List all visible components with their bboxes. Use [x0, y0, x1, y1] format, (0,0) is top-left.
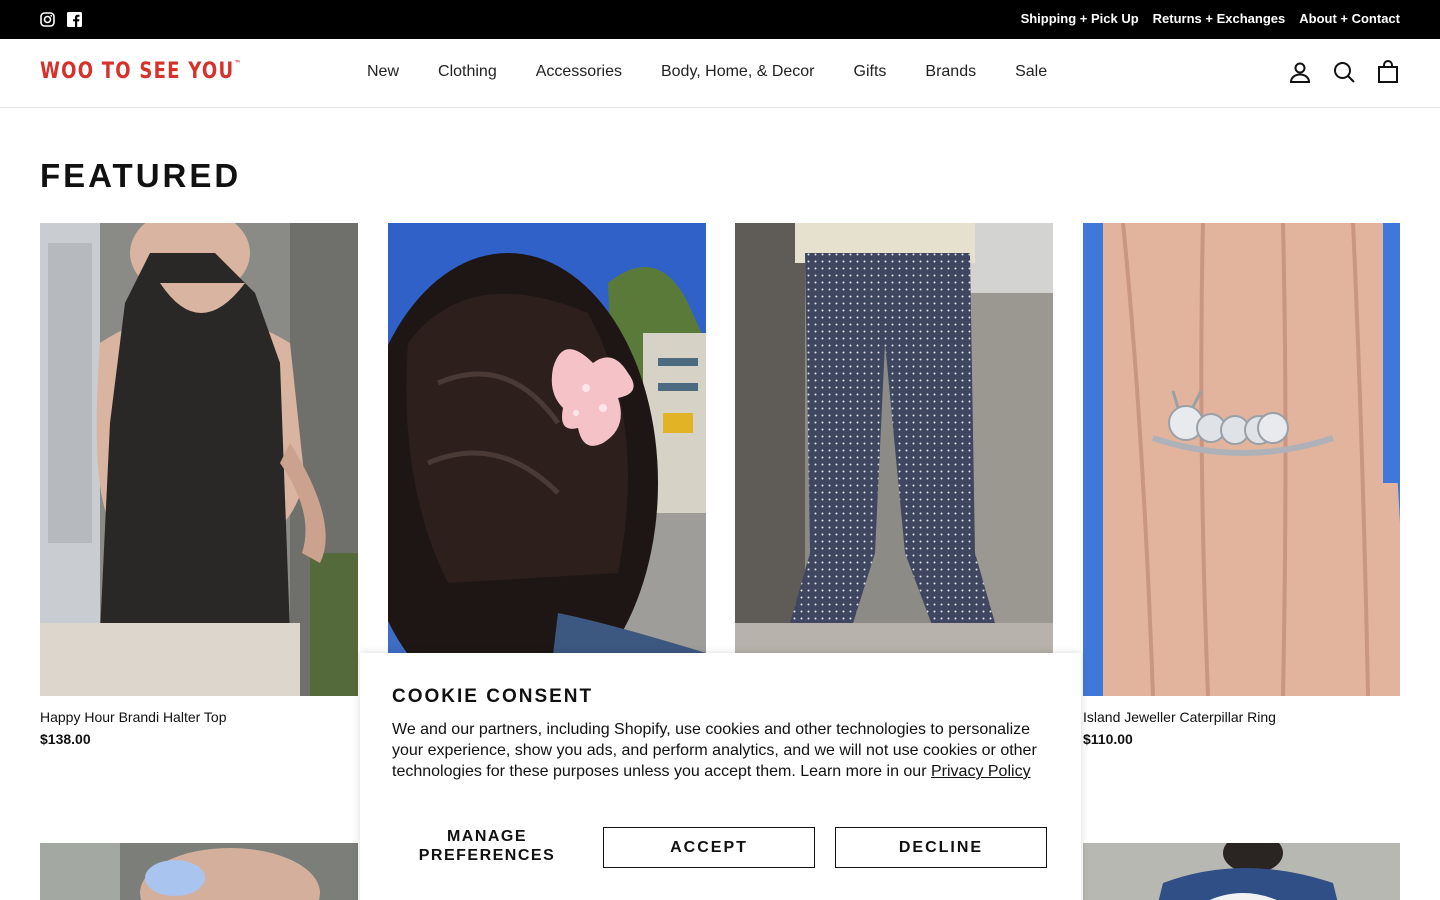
product-name[interactable]: Island Jeweller Caterpillar Ring — [1083, 709, 1401, 725]
announcement-bar: Shipping + Pick Up Returns + Exchanges A… — [0, 0, 1440, 39]
product-image-caterpillar-ring[interactable] — [1083, 223, 1401, 696]
accept-button[interactable]: ACCEPT — [603, 827, 815, 868]
instagram-icon[interactable] — [40, 12, 55, 27]
shipping-link[interactable]: Shipping + Pick Up — [1021, 11, 1139, 26]
site-logo[interactable]: WOO TO SEE YOU™ — [40, 59, 242, 84]
product-image-partial[interactable] — [1083, 843, 1401, 900]
product-image-halter-top[interactable] — [40, 223, 358, 696]
main-nav: New Clothing Accessories Body, Home, & D… — [367, 63, 1047, 81]
product-name[interactable]: Happy Hour Brandi Halter Top — [40, 709, 358, 725]
product-card[interactable] — [388, 223, 706, 696]
cookie-title: COOKIE CONSENT — [392, 686, 594, 707]
product-price: $110.00 — [1083, 731, 1133, 747]
featured-title: FEATURED — [40, 157, 242, 194]
decline-button[interactable]: DECLINE — [835, 827, 1047, 868]
facebook-icon[interactable] — [67, 12, 82, 27]
cookie-consent-dialog: COOKIE CONSENT We and our partners, incl… — [360, 653, 1081, 900]
product-price: $138.00 — [40, 731, 91, 747]
nav-clothing[interactable]: Clothing — [438, 63, 497, 81]
logo-trademark: ™ — [234, 59, 243, 68]
site-header: WOO TO SEE YOU™ New Clothing Accessories… — [0, 39, 1440, 108]
nav-accessories[interactable]: Accessories — [536, 63, 622, 81]
product-image-polka-dot-pants[interactable] — [735, 223, 1053, 696]
returns-link[interactable]: Returns + Exchanges — [1153, 11, 1286, 26]
social-links — [40, 12, 82, 27]
header-actions — [1288, 60, 1400, 84]
nav-new[interactable]: New — [367, 63, 399, 81]
about-contact-link[interactable]: About + Contact — [1299, 11, 1400, 26]
product-card[interactable] — [735, 223, 1053, 696]
cart-icon[interactable] — [1376, 60, 1400, 84]
nav-body-home-decor[interactable]: Body, Home, & Decor — [661, 63, 815, 81]
search-icon[interactable] — [1332, 60, 1356, 84]
product-card[interactable]: Island Jeweller Caterpillar Ring $110.00 — [1083, 223, 1401, 747]
privacy-policy-link[interactable]: Privacy Policy — [931, 763, 1031, 780]
manage-preferences-button[interactable]: MANAGE PREFERENCES — [392, 827, 582, 865]
nav-sale[interactable]: Sale — [1015, 63, 1047, 81]
cookie-message: We and our partners, including Shopify, … — [392, 719, 1052, 782]
account-icon[interactable] — [1288, 60, 1312, 84]
nav-gifts[interactable]: Gifts — [854, 63, 887, 81]
logo-text: WOO TO SEE YOU — [40, 59, 235, 84]
product-card[interactable]: Happy Hour Brandi Halter Top $138.00 — [40, 223, 358, 747]
product-image-partial[interactable] — [40, 843, 358, 900]
utility-links: Shipping + Pick Up Returns + Exchanges A… — [1021, 11, 1400, 26]
nav-brands[interactable]: Brands — [925, 63, 976, 81]
product-image-claw-clip[interactable] — [388, 223, 706, 696]
